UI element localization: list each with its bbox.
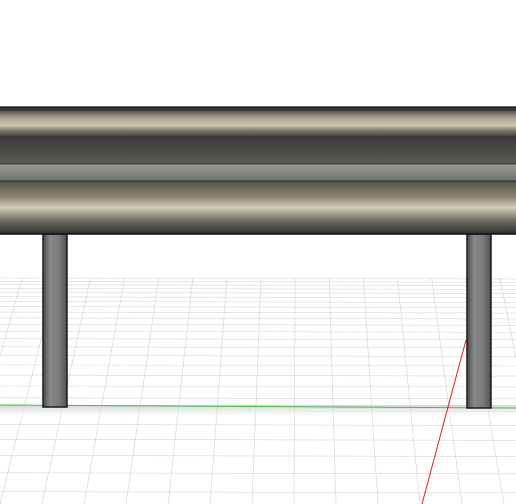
y-axis-line (421, 339, 467, 504)
ground-grid (0, 277, 516, 504)
guardrail-post-right[interactable] (466, 233, 492, 409)
3d-scene[interactable] (0, 0, 516, 504)
guardrail-beam[interactable] (0, 106, 516, 235)
beam-upper-ridge (0, 111, 516, 137)
guardrail-post-left[interactable] (42, 233, 68, 408)
beam-center-groove (0, 164, 516, 181)
beam-lower-ridge (0, 181, 516, 234)
beam-upper-valley (0, 137, 516, 164)
3d-viewport-canvas[interactable] (0, 0, 516, 504)
